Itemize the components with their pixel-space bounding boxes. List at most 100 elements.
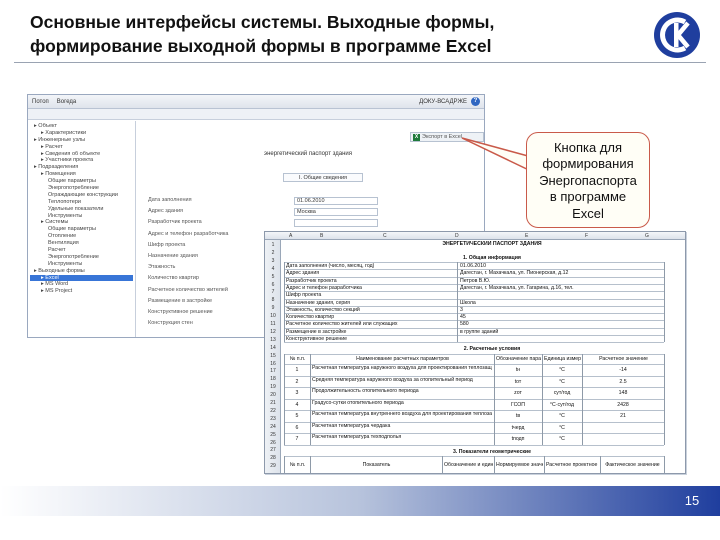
tree-node[interactable]: ▸ Объект	[30, 123, 133, 130]
excel-row-number[interactable]: 25	[265, 432, 281, 438]
tree-node[interactable]: Энергопотребление	[30, 185, 133, 192]
table2-header: Расчетное значение	[599, 356, 648, 363]
tree-node[interactable]: Инструменты	[30, 213, 133, 220]
table2-cell: 2428	[617, 401, 629, 408]
excel-row-number[interactable]: 24	[265, 424, 281, 430]
form-row-input[interactable]: Москва	[294, 208, 378, 217]
export-excel-button[interactable]: X Экспорт в Excel	[410, 132, 484, 142]
table2-cell: 21	[620, 413, 626, 420]
tree-node[interactable]: ▸ Системы	[30, 219, 133, 226]
excel-column-header[interactable]: D	[455, 233, 459, 239]
excel-row-number[interactable]: 19	[265, 384, 281, 390]
excel-column-header[interactable]: B	[320, 233, 323, 239]
tree-node[interactable]: ▸ Выходные формы	[30, 268, 133, 275]
excel-row-number[interactable]: 13	[265, 337, 281, 343]
tree-node[interactable]: Энергопотребление	[30, 254, 133, 261]
excel-row-number[interactable]: 7	[265, 289, 281, 295]
excel-row-number[interactable]: 26	[265, 440, 281, 446]
tree-node[interactable]: Общие параметры	[30, 178, 133, 185]
tree-node[interactable]: ▸ Excel	[30, 274, 133, 282]
menu-item-vogeda[interactable]: Вогеда	[57, 99, 76, 105]
tree-node[interactable]: Удельные показатели	[30, 206, 133, 213]
tree-node[interactable]: Теплопотери	[30, 199, 133, 206]
callout-line1: Кнопка для	[553, 140, 623, 155]
excel-row-headers: 1 2 3 4 5 6 7 8 9 10 11 12 13 14 15 16 17 18 19 20 21 22 23 24 2…	[265, 240, 281, 473]
excel-row-number[interactable]: 12	[265, 329, 281, 335]
table2-cell: 5	[295, 413, 299, 420]
table2-cell: °С	[559, 413, 565, 420]
excel-row-number[interactable]: 18	[265, 376, 281, 382]
excel-row-number[interactable]: 6	[265, 282, 281, 288]
excel-row-number[interactable]: 20	[265, 392, 281, 398]
general-row-value: 580	[460, 321, 469, 328]
excel-row-number[interactable]: 5	[265, 274, 281, 280]
excel-row-number[interactable]: 23	[265, 416, 281, 422]
form-row-input[interactable]: 01.06.2010	[294, 197, 378, 205]
grid-line	[544, 455, 545, 473]
excel-row-number[interactable]: 29	[265, 463, 281, 469]
excel-row-number[interactable]: 14	[265, 345, 281, 351]
table2-cell: Продолжительность отопительного периода	[312, 388, 419, 395]
excel-row-number[interactable]: 9	[265, 305, 281, 311]
excel-row-number[interactable]: 4	[265, 266, 281, 272]
excel-row-number[interactable]: 22	[265, 408, 281, 414]
tree-node[interactable]: Ограждающие конструкции	[30, 192, 133, 199]
grid-line	[284, 444, 664, 446]
app-menubar: Потоп Вогеда ДОКУ-ВСАДРЖЕ ?	[28, 95, 484, 109]
section-tab-general[interactable]: I. Общие сведения	[283, 173, 363, 182]
grid-line	[284, 354, 285, 445]
tree-node[interactable]: ▸ Помещения	[30, 171, 133, 178]
excel-row-number[interactable]: 16	[265, 361, 281, 367]
tree-node[interactable]: Отопление	[30, 233, 133, 240]
tree-node[interactable]: ▸ Характеристики	[30, 130, 133, 137]
table2-cell: Градусо-сутки отопительного периода	[312, 399, 404, 406]
menu-right-label[interactable]: ДОКУ-ВСАДРЖЕ	[419, 99, 467, 105]
excel-row-number[interactable]: 17	[265, 368, 281, 374]
excel-section3: 3. Показатели геометрические	[452, 448, 532, 455]
table2-cell: Средняя температура наружного воздуха за…	[312, 376, 473, 383]
tree-node[interactable]: Общие параметры	[30, 226, 133, 233]
excel-column-header[interactable]: E	[525, 233, 528, 239]
tree-node[interactable]: ▸ Инженерные узлы	[30, 137, 133, 144]
table2-cell: 6	[295, 424, 299, 431]
tree-node[interactable]: ▸ MS Word	[30, 281, 133, 288]
tree-node[interactable]: ▸ Расчет	[30, 144, 133, 151]
help-icon[interactable]: ?	[471, 97, 480, 106]
form-row-label: Количество квартир	[148, 275, 199, 282]
tree-node[interactable]: Вентиляция	[30, 240, 133, 247]
excel-column-header[interactable]: C	[383, 233, 387, 239]
tree-node[interactable]: Расчет	[30, 247, 133, 254]
excel-row-number[interactable]: 3	[265, 258, 281, 264]
callout-line5: Excel	[572, 205, 604, 221]
excel-row-number[interactable]: 11	[265, 321, 281, 327]
tree-node[interactable]: ▸ Подразделения	[30, 164, 133, 171]
table2-cell: tв	[515, 413, 521, 420]
form-row-input[interactable]	[294, 219, 378, 228]
excel-row-number[interactable]: 21	[265, 400, 281, 406]
general-row-value: 3	[460, 306, 463, 313]
excel-row-number[interactable]: 27	[265, 447, 281, 453]
slide-title-line1: Основные интерфейсы системы. Выходные фо…	[30, 12, 495, 32]
tree-node[interactable]: Инструменты	[30, 261, 133, 268]
general-row-label: Расчетное количество жителей или служащи…	[286, 321, 398, 328]
form-row-label: Этажность	[148, 264, 176, 271]
excel-row-number[interactable]: 2	[265, 250, 281, 256]
tree-node[interactable]: ▸ Сведения об объекте	[30, 151, 133, 158]
tree-node[interactable]: ▸ Участники проекта	[30, 157, 133, 164]
form-caption: энергетический паспорт здания	[248, 151, 368, 158]
tree-node[interactable]: ▸ MS Project	[30, 288, 133, 295]
excel-column-header[interactable]: G	[645, 233, 649, 239]
table2-cell: 4	[295, 401, 299, 408]
excel-row-number[interactable]: 15	[265, 353, 281, 359]
excel-row-number[interactable]: 1	[265, 242, 281, 248]
excel-row-number[interactable]: 8	[265, 297, 281, 303]
excel-column-header[interactable]: A	[289, 233, 292, 239]
table2-cell: -14	[619, 367, 627, 374]
general-row-label: Количество квартир	[286, 314, 335, 321]
excel-column-header[interactable]: F	[585, 233, 588, 239]
excel-row-number[interactable]: 28	[265, 455, 281, 461]
excel-row-number[interactable]: 10	[265, 313, 281, 319]
table2-cell: Расчетная температура чердака	[312, 422, 391, 429]
menu-item-potop[interactable]: Потоп	[32, 99, 49, 105]
form-row-label: Конструктивное решение	[148, 309, 213, 315]
